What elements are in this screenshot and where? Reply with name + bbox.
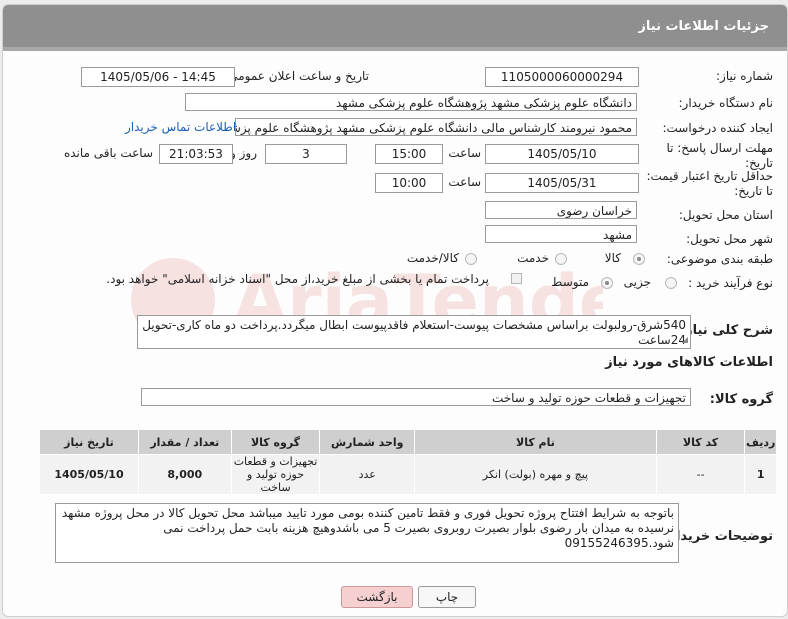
process-radio-medium[interactable]	[601, 277, 613, 289]
category-radio-goods[interactable]	[633, 253, 645, 265]
category-radio-goods-service[interactable]	[465, 253, 477, 265]
remaining-time-field: 21:03:53	[159, 144, 233, 164]
goods-table-header: ردیف کد کالا نام کالا واحد شمارش گروه کا…	[39, 429, 777, 455]
requester-label: ایجاد کننده درخواست:	[662, 121, 773, 135]
category-option-goods-service: کالا/خدمت	[406, 251, 459, 265]
cell-unit: عدد	[319, 454, 416, 495]
city-field: مشهد	[485, 225, 637, 243]
validity-date-field: 1405/05/31	[485, 173, 639, 193]
col-qty: تعداد / مقدار	[137, 429, 232, 455]
buyer-contact-link[interactable]: اطلاعات تماس خریدار	[125, 120, 236, 134]
deadline-date-field: 1405/05/10	[485, 144, 639, 164]
col-name: نام کالا	[414, 429, 657, 455]
goods-group-field: تجهیزات و قطعات حوزه تولید و ساخت	[141, 388, 691, 406]
panel-title: جزئیات اطلاعات نیاز	[638, 19, 769, 34]
col-date: تاریخ نیاز	[39, 429, 139, 455]
days-field: 3	[265, 144, 347, 164]
resize-grip-icon[interactable]: ◢	[682, 332, 688, 347]
details-panel: جزئیات اطلاعات نیاز AriaTender.net شماره…	[2, 4, 788, 617]
process-option-minor: جزیی	[623, 275, 651, 289]
cell-qty: 8,000	[137, 454, 232, 495]
col-code: کد کالا	[655, 429, 746, 455]
announce-field: 1405/05/06 - 14:45	[81, 67, 235, 87]
buyer-notes-text: باتوجه به شرایط افتتاح پروژه تحویل فوری …	[55, 503, 679, 563]
deadline-time-label: ساعت	[448, 146, 481, 160]
process-option-medium: متوسط	[551, 275, 589, 289]
goods-section-title: اطلاعات کالاهای مورد نیاز	[605, 355, 773, 370]
category-option-goods: کالا	[604, 251, 621, 265]
goods-table: ردیف کد کالا نام کالا واحد شمارش گروه کا…	[39, 429, 777, 495]
deadline-label: مهلت ارسال پاسخ: تا تاریخ:	[666, 141, 773, 170]
description-content: 540شرق-رولبولت براساس مشخصات پیوست-استعل…	[142, 318, 686, 347]
print-button[interactable]: چاپ	[418, 586, 476, 608]
back-button[interactable]: بازگشت	[341, 586, 413, 608]
buyer-notes-content: باتوجه به شرایط افتتاح پروژه تحویل فوری …	[61, 506, 674, 550]
process-label: نوع فرآیند خرید :	[688, 276, 773, 290]
treasury-payment-note: پرداخت تمام یا بخشی از مبلغ خرید،از محل …	[106, 272, 489, 286]
deadline-time-field: 15:00	[375, 144, 443, 164]
validity-label: حداقل تاریخ اعتبار قیمت: تا تاریخ:	[646, 169, 773, 198]
goods-group-label: گروه کالا:	[709, 392, 773, 407]
cell-name: پیچ و مهره (بولت) انکر	[414, 454, 657, 495]
cell-index: 1	[744, 454, 777, 495]
col-unit: واحد شمارش	[319, 429, 416, 455]
table-row: 1 -- پیچ و مهره (بولت) انکر عدد تجهیزات …	[39, 454, 777, 495]
treasury-payment-checkbox[interactable]	[511, 273, 522, 284]
need-number-label: شماره نیاز:	[716, 69, 773, 83]
cell-code: --	[655, 454, 746, 495]
buyer-org-label: نام دستگاه خریدار:	[678, 96, 774, 110]
cell-group: تجهیزات و قطعات حوزه تولید و ساخت	[230, 454, 321, 495]
col-index: ردیف	[744, 429, 777, 455]
validity-time-label: ساعت	[448, 175, 481, 189]
validity-time-field: 10:00	[375, 173, 443, 193]
description-label: شرح کلی نیاز:	[679, 323, 773, 338]
announce-label: تاریخ و ساعت اعلان عمومی:	[224, 69, 369, 83]
province-label: استان محل تحویل:	[678, 208, 773, 222]
description-text: 540شرق-رولبولت براساس مشخصات پیوست-استعل…	[137, 315, 691, 349]
category-label: طبقه بندی موضوعی:	[666, 252, 773, 266]
buyer-org-field: دانشگاه علوم پزشکی مشهد پژوهشگاه علوم پز…	[185, 93, 637, 111]
province-field: خراسان رضوی	[485, 201, 637, 219]
col-group: گروه کالا	[230, 429, 321, 455]
panel-header: جزئیات اطلاعات نیاز	[3, 5, 787, 51]
buyer-notes-label: توضیحات خریدار:	[663, 529, 773, 544]
category-radio-service[interactable]	[555, 253, 567, 265]
city-label: شهر محل تحویل:	[686, 232, 773, 246]
days-label: روز و	[230, 146, 257, 160]
process-radio-minor[interactable]	[665, 277, 677, 289]
cell-date: 1405/05/10	[39, 454, 139, 495]
requester-field: محمود نیرومند کارشناس مالی دانشگاه علوم …	[235, 118, 637, 136]
category-option-service: خدمت	[517, 251, 549, 265]
need-number-field: 1105000060000294	[485, 67, 639, 87]
remaining-label: ساعت باقی مانده	[63, 146, 153, 160]
